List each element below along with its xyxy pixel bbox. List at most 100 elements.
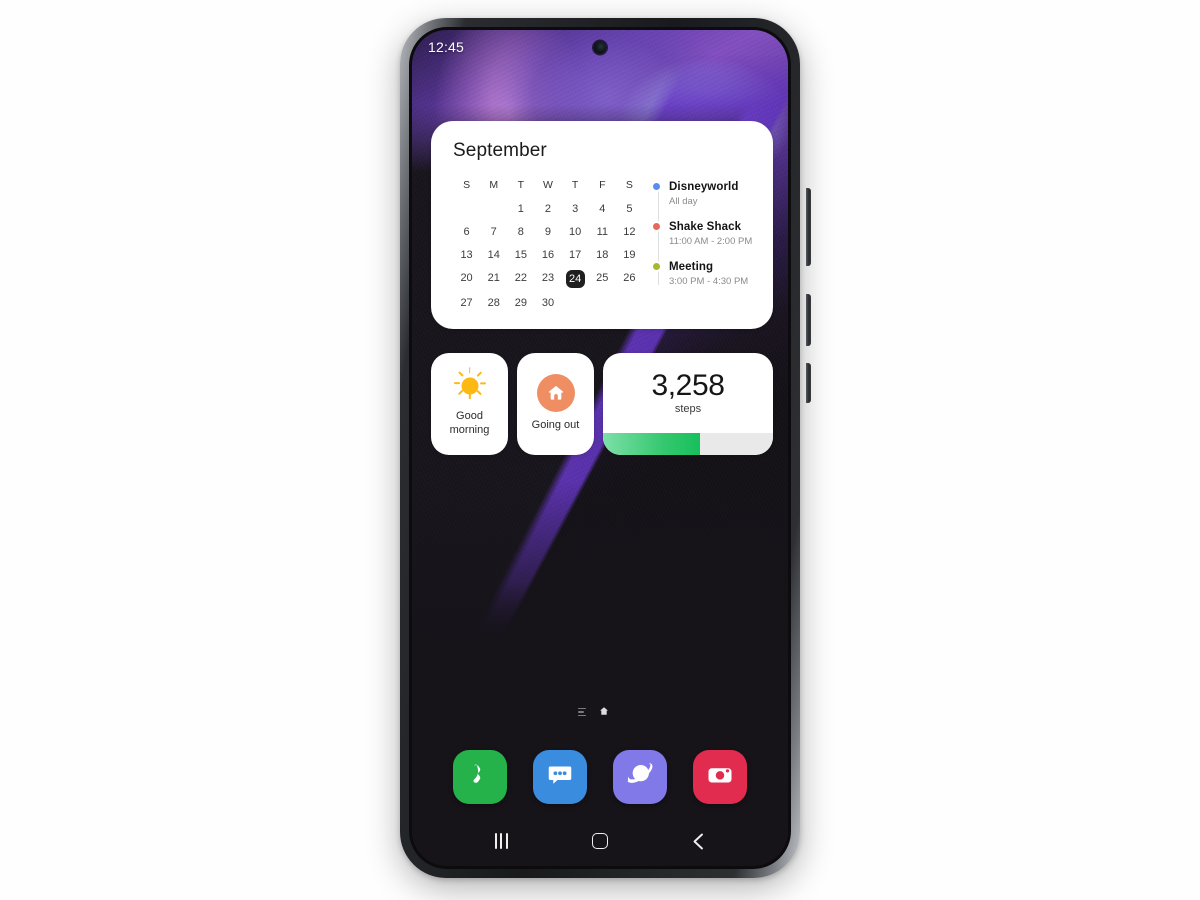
calendar-day-header: M bbox=[489, 179, 499, 191]
steps-progress-track bbox=[603, 433, 773, 455]
calendar-day-header: W bbox=[543, 179, 553, 191]
planet-icon bbox=[624, 759, 656, 796]
volume-button[interactable] bbox=[806, 188, 811, 266]
going-out-widget[interactable]: Going out bbox=[517, 353, 594, 455]
navigation-bar bbox=[412, 816, 788, 866]
calendar-day-today[interactable]: 24 bbox=[562, 270, 589, 288]
calendar-day-cell[interactable]: 1 bbox=[507, 201, 534, 217]
calendar-events-list: Disneyworld All day Shake Shack 11:00 AM - … bbox=[653, 179, 755, 311]
calendar-day-header: S bbox=[625, 179, 633, 191]
calendar-day-cell[interactable]: 25 bbox=[589, 270, 616, 288]
event-time: 11:00 AM - 2:00 PM bbox=[669, 236, 753, 247]
event-color-dot bbox=[653, 223, 660, 230]
internet-app-icon[interactable] bbox=[613, 750, 667, 804]
calendar-grid[interactable]: SMTWTFS..1234567891011121314151617181920… bbox=[453, 179, 643, 311]
calendar-day-header: S bbox=[463, 179, 471, 191]
event-time: 3:00 PM - 4:30 PM bbox=[669, 276, 749, 287]
event-title: Shake Shack bbox=[669, 221, 742, 233]
calendar-day-cell[interactable]: 3 bbox=[562, 201, 589, 217]
calendar-day-cell[interactable]: 29 bbox=[507, 295, 534, 311]
front-camera-icon bbox=[593, 41, 607, 54]
good-morning-widget[interactable]: Good morning bbox=[431, 353, 508, 455]
calendar-grid-container: SMTWTFS..1234567891011121314151617181920… bbox=[453, 179, 643, 311]
home-icon bbox=[536, 373, 575, 412]
calendar-event-item[interactable]: Shake Shack 11:00 AM - 2:00 PM bbox=[653, 220, 755, 248]
calendar-widget[interactable]: September SMTWTFS..123456789101112131415… bbox=[431, 121, 773, 329]
home-screen-page-indicator bbox=[412, 703, 788, 721]
calendar-day-cell[interactable]: 12 bbox=[616, 224, 643, 240]
calendar-day-cell[interactable]: 30 bbox=[534, 295, 561, 311]
message-bubble-icon bbox=[545, 760, 575, 795]
recents-button[interactable] bbox=[474, 824, 528, 858]
screenshot-canvas: 12:45 September SMTWTFS..123456789101112… bbox=[0, 0, 1200, 900]
steps-widget[interactable]: 3,258 steps bbox=[603, 353, 773, 455]
calendar-day-cell[interactable]: 2 bbox=[534, 201, 561, 217]
calendar-day-cell[interactable]: 19 bbox=[616, 247, 643, 263]
page-indicator-home-page[interactable] bbox=[599, 703, 609, 721]
event-title: Disneyworld bbox=[669, 181, 739, 193]
phone-screen[interactable]: 12:45 September SMTWTFS..123456789101112… bbox=[412, 30, 788, 866]
home-button[interactable] bbox=[573, 824, 627, 858]
recents-icon bbox=[495, 833, 508, 849]
status-bar-clock: 12:45 bbox=[428, 39, 465, 55]
calendar-day-cell[interactable]: 9 bbox=[534, 224, 561, 240]
calendar-day-cell[interactable]: 16 bbox=[534, 247, 561, 263]
phone-device-frame: 12:45 September SMTWTFS..123456789101112… bbox=[400, 18, 811, 878]
today-highlight-pill: 24 bbox=[565, 270, 585, 288]
calendar-day-cell[interactable]: 27 bbox=[453, 295, 480, 311]
calendar-day-cell[interactable]: 11 bbox=[589, 224, 616, 240]
calendar-day-cell[interactable]: 8 bbox=[507, 224, 534, 240]
side-key-button[interactable] bbox=[806, 363, 811, 403]
calendar-cell-empty: . bbox=[453, 201, 480, 217]
calendar-day-cell[interactable]: 26 bbox=[616, 270, 643, 288]
calendar-day-cell[interactable]: 13 bbox=[453, 247, 480, 263]
calendar-day-cell[interactable]: 10 bbox=[562, 224, 589, 240]
going-out-label: Going out bbox=[531, 418, 580, 431]
phone-app-icon[interactable] bbox=[453, 750, 507, 804]
event-color-dot bbox=[653, 183, 660, 190]
calendar-event-item[interactable]: Disneyworld All day bbox=[653, 180, 755, 208]
page-indicator-samsung-free-page[interactable] bbox=[578, 707, 586, 717]
calendar-cell-empty: . bbox=[480, 201, 507, 217]
sun-icon bbox=[453, 367, 487, 403]
back-button[interactable] bbox=[672, 824, 726, 858]
calendar-day-cell[interactable]: 15 bbox=[507, 247, 534, 263]
calendar-day-cell[interactable]: 6 bbox=[453, 224, 480, 240]
calendar-day-header: T bbox=[517, 179, 525, 191]
calendar-day-header: F bbox=[599, 179, 606, 191]
calendar-day-cell[interactable]: 23 bbox=[534, 270, 561, 288]
calendar-day-cell[interactable]: 21 bbox=[480, 270, 507, 288]
calendar-day-cell[interactable]: 7 bbox=[480, 224, 507, 240]
home-button-icon bbox=[591, 833, 608, 849]
event-color-dot bbox=[653, 263, 660, 270]
calendar-month-title: September bbox=[453, 140, 547, 161]
phone-bezel: 12:45 September SMTWTFS..123456789101112… bbox=[409, 27, 791, 869]
messages-app-icon[interactable] bbox=[533, 750, 587, 804]
good-morning-label: Good morning bbox=[450, 410, 490, 437]
calendar-day-cell[interactable]: 28 bbox=[480, 295, 507, 311]
power-button[interactable] bbox=[806, 294, 811, 346]
camera-app-icon[interactable] bbox=[693, 750, 747, 804]
calendar-day-cell[interactable]: 17 bbox=[562, 247, 589, 263]
back-chevron-icon bbox=[693, 833, 704, 849]
app-dock bbox=[412, 750, 788, 804]
widget-row: Good morning Going out 3,258 steps bbox=[431, 353, 773, 455]
phone-icon bbox=[465, 760, 495, 795]
calendar-day-cell[interactable]: 20 bbox=[453, 270, 480, 288]
calendar-day-cell[interactable]: 22 bbox=[507, 270, 534, 288]
calendar-day-cell[interactable]: 14 bbox=[480, 247, 507, 263]
good-morning-label-line2: morning bbox=[449, 423, 490, 436]
calendar-day-cell[interactable]: 5 bbox=[616, 201, 643, 217]
calendar-event-item[interactable]: Meeting 3:00 PM - 4:30 PM bbox=[653, 260, 755, 288]
calendar-day-cell[interactable]: 18 bbox=[589, 247, 616, 263]
event-title: Meeting bbox=[669, 261, 714, 273]
steps-progress-fill bbox=[603, 433, 700, 455]
event-timeline-rail bbox=[657, 187, 659, 285]
calendar-widget-body: SMTWTFS..1234567891011121314151617181920… bbox=[453, 179, 755, 311]
home-page-icon bbox=[600, 707, 608, 715]
good-morning-label-line1: Good bbox=[456, 410, 483, 422]
wallpaper-bottom-fade bbox=[412, 481, 788, 866]
camera-icon bbox=[705, 760, 735, 795]
steps-unit-label: steps bbox=[674, 403, 702, 415]
calendar-day-cell[interactable]: 4 bbox=[589, 201, 616, 217]
